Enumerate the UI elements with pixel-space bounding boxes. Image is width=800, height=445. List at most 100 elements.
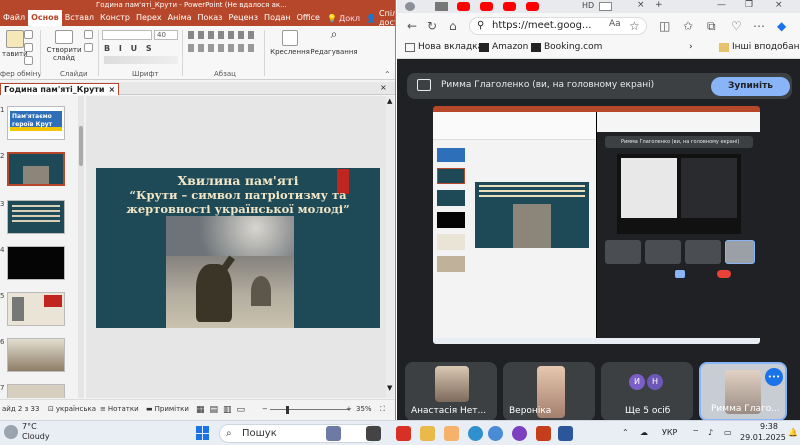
edge-icon[interactable] <box>468 426 483 441</box>
site-info-icon[interactable]: ⚲ <box>477 18 484 34</box>
viber-icon[interactable] <box>512 426 527 441</box>
favorite-star-icon[interactable]: ☆ <box>629 19 640 33</box>
slide-thumbnail[interactable]: 1 Пам'ятаємо героїв Крут <box>0 106 82 152</box>
current-slide[interactable]: Хвилина пам'яті “Крути – символ патріоти… <box>96 168 380 328</box>
close-icon[interactable]: × <box>380 83 387 92</box>
weather-temperature[interactable]: 7°C <box>22 422 37 431</box>
font-size-box[interactable]: 40 <box>154 30 178 40</box>
split-screen-icon[interactable]: ◫ <box>659 19 670 33</box>
participant-tile[interactable]: Анастасія Нет... <box>405 362 497 420</box>
document-tab[interactable]: Година пам'яті_Крути × <box>0 83 120 95</box>
scroll-up-icon[interactable]: ▲ <box>387 97 392 105</box>
tab-slideshow[interactable]: Показ <box>195 10 226 26</box>
copy-icon[interactable] <box>24 43 33 52</box>
favorites-icon[interactable]: ✩ <box>683 19 693 33</box>
battery-icon[interactable]: ▭ <box>724 428 732 437</box>
align-buttons-row[interactable] <box>188 44 258 52</box>
slide-thumbnail[interactable]: 6 <box>0 338 82 384</box>
onedrive-icon[interactable]: ☁ <box>640 428 648 437</box>
canvas-scrollbar[interactable]: ▲ ▼ <box>386 96 394 398</box>
tab-view[interactable]: Подан <box>261 10 294 26</box>
widgets-icon[interactable] <box>326 426 341 441</box>
taskbar-search[interactable]: ⌕ Пошук <box>219 424 379 443</box>
fit-slide-icon[interactable]: ⛶ <box>380 405 385 414</box>
word-icon[interactable] <box>558 426 573 441</box>
menu-icon[interactable]: ⋯ <box>753 19 765 33</box>
store-icon[interactable] <box>444 426 459 441</box>
tab-insert[interactable]: Вставл <box>62 10 97 26</box>
tray-chevron-icon[interactable]: ⌃ <box>622 428 629 437</box>
new-slide-button[interactable]: Створити слайд <box>44 30 84 62</box>
scrollbar-thumb[interactable] <box>79 126 83 166</box>
bookmark-chevron[interactable]: › <box>689 42 693 52</box>
maximize-icon[interactable]: ❐ <box>745 0 753 10</box>
notes-button[interactable]: ≡ Нотатки <box>100 405 139 413</box>
participant-tile[interactable]: И Н Ще 5 осіб <box>601 362 693 420</box>
zoom-level[interactable]: 35% <box>356 405 372 413</box>
read-aloud-icon[interactable]: Aa <box>609 19 621 29</box>
bookmark-new-tab[interactable]: Нова вкладка <box>405 42 483 52</box>
back-icon[interactable]: ← <box>407 19 417 33</box>
clock-time[interactable]: 9:38 <box>760 422 778 431</box>
tab-design[interactable]: Констр <box>97 10 133 26</box>
cut-icon[interactable] <box>24 30 33 39</box>
youtube-tab-icon[interactable] <box>503 2 516 11</box>
input-language[interactable]: УКР <box>662 428 677 437</box>
language-status[interactable]: ⊡ українська <box>48 405 96 413</box>
collapse-ribbon-icon[interactable]: ⌃ <box>384 70 391 79</box>
tell-me-search[interactable]: 💡 Докл <box>327 14 360 23</box>
collections-icon[interactable]: ⧉ <box>707 19 716 34</box>
slide-thumbnail[interactable]: 5 <box>0 292 82 338</box>
scroll-down-icon[interactable]: ▼ <box>387 384 392 392</box>
font-color-row[interactable] <box>104 56 178 64</box>
zoom-slider-thumb[interactable] <box>286 406 289 414</box>
more-options-icon[interactable]: ••• <box>765 368 783 386</box>
weather-icon[interactable] <box>4 425 18 439</box>
new-tab-icon[interactable]: + <box>655 0 663 10</box>
anydesk-icon[interactable] <box>396 426 411 441</box>
list-buttons-row[interactable] <box>188 31 258 39</box>
volume-icon[interactable]: ♪ <box>708 428 713 437</box>
tab-file[interactable]: Файл <box>0 10 28 26</box>
tab-animations[interactable]: Аніма <box>165 10 195 26</box>
meet-tab-icon[interactable] <box>599 2 612 11</box>
profile-icon[interactable] <box>405 2 415 11</box>
editing-button[interactable]: ⌕ Редагування <box>310 28 357 56</box>
powerpoint-icon[interactable] <box>536 426 551 441</box>
youtube-tab-icon[interactable] <box>457 2 470 11</box>
stop-presenting-button[interactable]: Зупиніть враження <box>711 77 790 110</box>
view-buttons[interactable]: ▦▤▥▭ <box>196 405 250 415</box>
youtube-tab-icon[interactable] <box>526 2 539 11</box>
chrome-icon[interactable] <box>488 426 503 441</box>
tab-review[interactable]: Реценз <box>225 10 261 26</box>
clock-date[interactable]: 29.01.2025 <box>740 433 786 442</box>
comments-button[interactable]: ▬ Примітки <box>146 405 189 413</box>
file-explorer-icon[interactable] <box>420 426 435 441</box>
layout-icon[interactable] <box>84 30 93 39</box>
slide-thumbnail[interactable]: 7 <box>0 384 82 398</box>
notification-bell-icon[interactable]: 🔔 <box>788 428 798 437</box>
refresh-icon[interactable]: ↻ <box>427 19 437 33</box>
bookmark-amazon[interactable]: Amazon <box>479 42 528 52</box>
shield-icon[interactable]: ♡ <box>731 19 742 33</box>
font-family-box[interactable] <box>102 30 152 40</box>
participant-tile[interactable]: Вероніка <box>503 362 595 420</box>
bold-italic-underline-icons[interactable]: B I U S <box>104 44 155 53</box>
bookmark-booking[interactable]: Booking.com <box>531 42 602 52</box>
home-icon[interactable]: ⌂ <box>449 19 457 33</box>
zoom-slider[interactable] <box>270 409 350 410</box>
tab-favicon[interactable] <box>435 2 448 11</box>
close-window-icon[interactable]: × <box>775 0 783 10</box>
slide-thumbnail[interactable]: 2 <box>0 152 82 198</box>
minimize-icon[interactable]: — <box>717 0 726 10</box>
close-tab-icon[interactable]: × <box>637 0 645 10</box>
self-participant-tile[interactable]: ••• Римма Глаго... <box>699 362 787 420</box>
format-painter-icon[interactable] <box>24 56 33 65</box>
tab-office[interactable]: Office <box>294 10 323 26</box>
weather-condition[interactable]: Cloudy <box>22 432 50 441</box>
share-button[interactable]: 👤 Спільний доступ <box>360 9 395 27</box>
close-icon[interactable]: × <box>109 84 116 95</box>
copilot-icon[interactable]: ◆ <box>777 19 786 33</box>
youtube-tab-icon[interactable] <box>480 2 493 11</box>
tab-home[interactable]: Основ <box>28 10 62 26</box>
